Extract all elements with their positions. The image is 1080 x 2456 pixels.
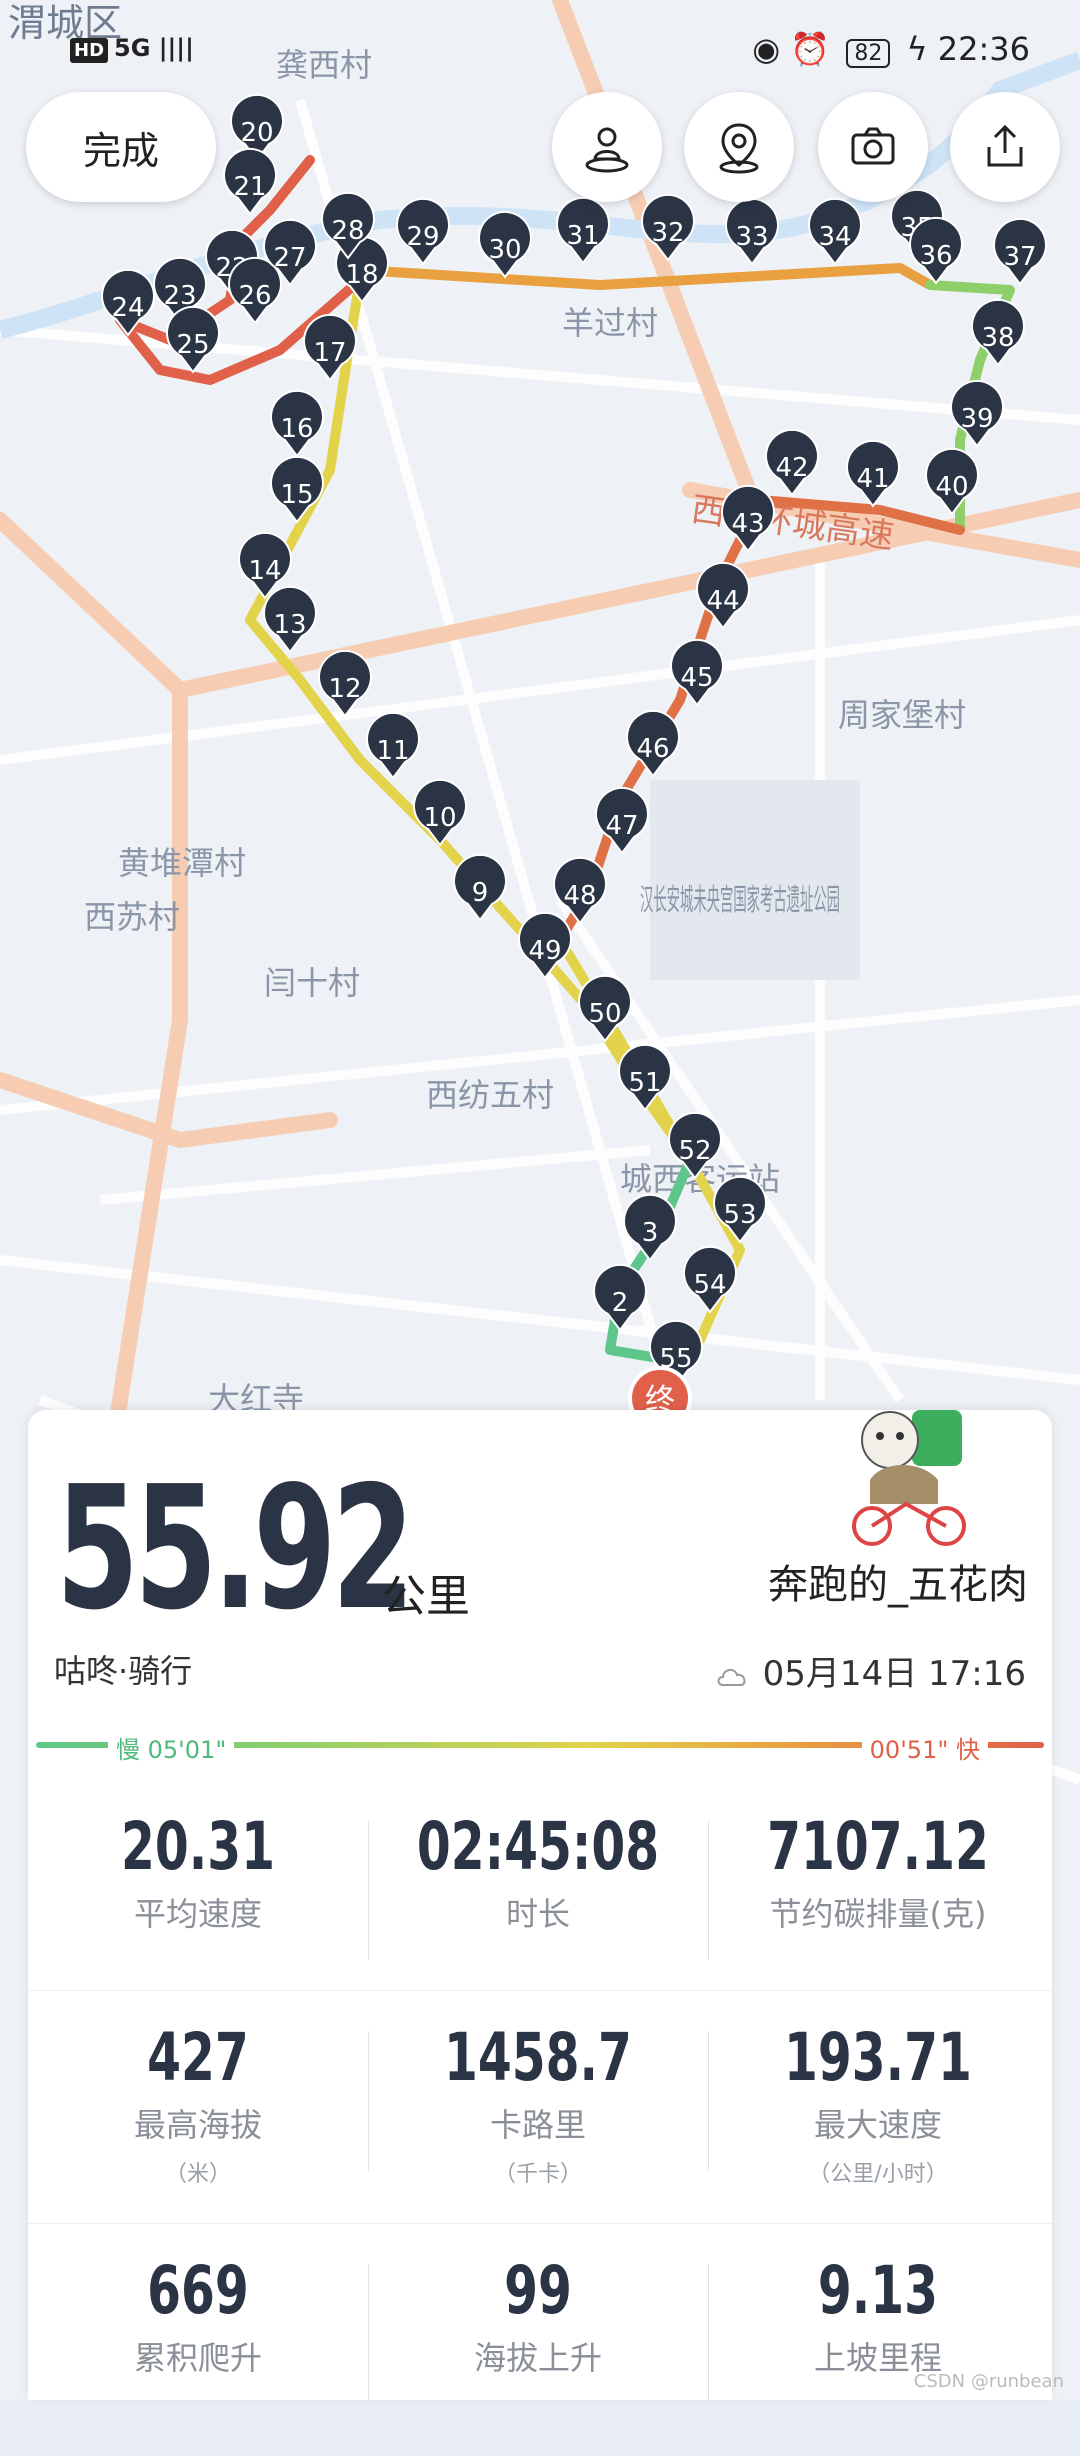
alarm-icon: ⏰ bbox=[790, 30, 831, 68]
km-marker-label: 28 bbox=[331, 216, 364, 246]
km-marker-label: 51 bbox=[628, 1068, 661, 1098]
km-marker-label: 27 bbox=[273, 243, 306, 273]
status-right: ◉ ⏰ 82 ϟ 22:36 bbox=[752, 30, 1030, 68]
battery-indicator: 82 bbox=[846, 39, 891, 68]
km-marker-label: 18 bbox=[345, 260, 378, 290]
km-marker-label: 16 bbox=[280, 414, 313, 444]
km-marker-label: 15 bbox=[280, 480, 313, 510]
stats-grid: 20.31 平均速度 02:45:08 时长 7107.12 节约碳排量(克) 427… bbox=[28, 1780, 1052, 2456]
km-marker-label: 32 bbox=[651, 218, 684, 248]
cloud-icon bbox=[717, 1668, 746, 1686]
distance-value: 55.92 bbox=[56, 1450, 415, 1648]
map-label: 羊过村 bbox=[562, 304, 658, 342]
user-name: 奔跑的_五花肉 bbox=[768, 1562, 1028, 1608]
distance-unit: 公里 bbox=[382, 1571, 470, 1622]
km-marker-label: 24 bbox=[111, 293, 144, 323]
clock: 22:36 bbox=[937, 30, 1030, 68]
stat-uphill-distance: 9.13 上坡里程 bbox=[813, 2252, 942, 2377]
share-icon bbox=[987, 124, 1023, 167]
km-marker-label: 39 bbox=[960, 404, 993, 434]
status-bar: HD 5G |||| ◉ ⏰ 82 ϟ 22:36 bbox=[0, 0, 1080, 100]
map-label: 黄堆潭村 bbox=[118, 844, 246, 882]
location-pin-icon bbox=[719, 123, 759, 174]
stat-elevation-gain: 99 海拔上升 bbox=[473, 2252, 602, 2377]
stats-row: 669 累积爬升 99 海拔上升 9.13 上坡里程 bbox=[28, 2223, 1052, 2456]
location-button[interactable] bbox=[684, 92, 794, 202]
km-marker-label: 38 bbox=[981, 323, 1014, 353]
km-marker-label: 12 bbox=[328, 674, 361, 704]
km-marker-label: 47 bbox=[605, 811, 638, 841]
avatar[interactable] bbox=[842, 1400, 982, 1550]
stat-avg-speed: 20.31 平均速度 bbox=[120, 1808, 276, 1933]
camera-icon bbox=[851, 127, 895, 165]
person-pin-icon bbox=[585, 127, 629, 173]
map-label: 西纺五村 bbox=[426, 1076, 554, 1114]
km-marker-label: 21 bbox=[233, 172, 266, 202]
map-label: 西苏村 bbox=[84, 898, 180, 936]
map-label-park: 汉长安城未央宫国家考古遗址公园 bbox=[640, 883, 840, 918]
km-marker-label: 53 bbox=[723, 1200, 756, 1230]
km-marker-label: 17 bbox=[313, 338, 346, 368]
stat-duration: 02:45:08 时长 bbox=[416, 1808, 660, 1933]
stat-carbon-saved: 7107.12 节约碳排量(克) bbox=[767, 1808, 989, 1933]
slow-pace-label: 慢 05'01" bbox=[108, 1730, 235, 1765]
km-marker-label: 14 bbox=[248, 556, 281, 586]
km-marker-label: 34 bbox=[818, 222, 851, 252]
charging-icon: ϟ bbox=[906, 30, 928, 68]
km-marker-label: 13 bbox=[273, 610, 306, 640]
km-marker-label: 41 bbox=[856, 464, 889, 494]
km-marker-label: 31 bbox=[566, 221, 599, 251]
km-marker-label: 46 bbox=[636, 734, 669, 764]
stat-max-altitude: 427 最高海拔 （米） bbox=[133, 2019, 262, 2187]
map-label: 闫十村 bbox=[264, 964, 360, 1002]
km-marker-label: 48 bbox=[563, 881, 596, 911]
km-marker-label: 36 bbox=[919, 241, 952, 271]
km-marker-label: 37 bbox=[1003, 242, 1036, 272]
status-signal: HD 5G |||| bbox=[70, 34, 194, 63]
stat-calories: 1458.7 卡路里 （千卡） bbox=[444, 2019, 632, 2187]
done-button[interactable]: 完成 bbox=[26, 92, 216, 202]
hd-badge: HD bbox=[70, 38, 109, 63]
sport-type: 咕咚·骑行 bbox=[54, 1652, 193, 1690]
map-label: 周家堡村 bbox=[838, 696, 966, 734]
km-marker-label: 11 bbox=[376, 736, 409, 766]
watermark: CSDN @runbean bbox=[913, 2371, 1064, 2392]
km-marker-label: 9 bbox=[472, 878, 489, 908]
km-marker-label: 33 bbox=[735, 222, 768, 252]
camera-button[interactable] bbox=[818, 92, 928, 202]
km-marker-label: 49 bbox=[528, 936, 561, 966]
km-marker-label: 29 bbox=[406, 222, 439, 252]
km-marker-label: 25 bbox=[176, 330, 209, 360]
fast-pace-label: 00'51" 快 bbox=[861, 1730, 988, 1765]
km-marker-label: 54 bbox=[693, 1270, 726, 1300]
workout-date: 05月14日 17:16 bbox=[715, 1646, 1026, 1695]
stat-max-speed: 193.71 最大速度 （公里/小时） bbox=[784, 2019, 972, 2187]
km-marker-label: 45 bbox=[680, 663, 713, 693]
km-marker-label: 26 bbox=[238, 281, 271, 311]
person-pin-button[interactable] bbox=[552, 92, 662, 202]
stat-total-climb: 669 累积爬升 bbox=[133, 2252, 262, 2377]
summary-card: 55.92 公里 奔跑的_五花肉 咕咚·骑行 05月14日 17:16 慢 05… bbox=[28, 1410, 1052, 2404]
km-marker-label: 30 bbox=[488, 235, 521, 265]
km-marker-label: 43 bbox=[731, 509, 764, 539]
km-marker-label: 3 bbox=[642, 1218, 659, 1248]
share-button[interactable] bbox=[950, 92, 1060, 202]
stats-row: 20.31 平均速度 02:45:08 时长 7107.12 节约碳排量(克) bbox=[28, 1780, 1052, 1990]
eye-icon: ◉ bbox=[752, 30, 781, 68]
km-marker-label: 50 bbox=[588, 999, 621, 1029]
km-marker-label: 52 bbox=[678, 1136, 711, 1166]
km-marker-label: 10 bbox=[423, 803, 456, 833]
stats-row: 427 最高海拔 （米） 1458.7 卡路里 （千卡） 193.71 最大速度 （公里/小… bbox=[28, 1990, 1052, 2223]
km-marker-label: 40 bbox=[935, 472, 968, 502]
km-marker-label: 2 bbox=[612, 1288, 629, 1318]
pace-legend: 慢 05'01" 00'51" 快 bbox=[36, 1730, 1044, 1765]
km-marker-label: 20 bbox=[240, 118, 273, 148]
km-marker-label: 44 bbox=[706, 586, 739, 616]
km-marker-label: 42 bbox=[775, 453, 808, 483]
